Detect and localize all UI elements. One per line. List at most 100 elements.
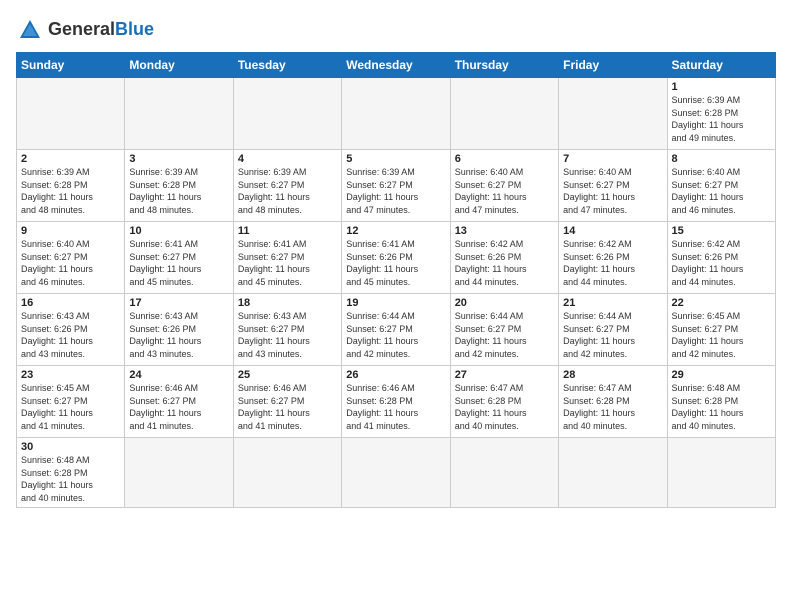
day-info: Sunrise: 6:39 AMSunset: 6:27 PMDaylight:…: [238, 166, 337, 216]
day-info: Sunrise: 6:42 AMSunset: 6:26 PMDaylight:…: [563, 238, 662, 288]
day-info: Sunrise: 6:44 AMSunset: 6:27 PMDaylight:…: [346, 310, 445, 360]
calendar-cell: [342, 438, 450, 508]
calendar-cell: 20Sunrise: 6:44 AMSunset: 6:27 PMDayligh…: [450, 294, 558, 366]
day-info: Sunrise: 6:45 AMSunset: 6:27 PMDaylight:…: [21, 382, 120, 432]
week-row-2: 2Sunrise: 6:39 AMSunset: 6:28 PMDaylight…: [17, 150, 776, 222]
calendar-cell: 13Sunrise: 6:42 AMSunset: 6:26 PMDayligh…: [450, 222, 558, 294]
day-info: Sunrise: 6:41 AMSunset: 6:26 PMDaylight:…: [346, 238, 445, 288]
day-number: 17: [129, 297, 228, 309]
day-info: Sunrise: 6:43 AMSunset: 6:27 PMDaylight:…: [238, 310, 337, 360]
week-row-6: 30Sunrise: 6:48 AMSunset: 6:28 PMDayligh…: [17, 438, 776, 508]
calendar-cell: 19Sunrise: 6:44 AMSunset: 6:27 PMDayligh…: [342, 294, 450, 366]
calendar-cell: 17Sunrise: 6:43 AMSunset: 6:26 PMDayligh…: [125, 294, 233, 366]
day-info: Sunrise: 6:40 AMSunset: 6:27 PMDaylight:…: [672, 166, 771, 216]
day-info: Sunrise: 6:45 AMSunset: 6:27 PMDaylight:…: [672, 310, 771, 360]
calendar-cell: 23Sunrise: 6:45 AMSunset: 6:27 PMDayligh…: [17, 366, 125, 438]
logo-text: GeneralBlue: [48, 20, 154, 40]
header: GeneralBlue: [16, 16, 776, 44]
weekday-header-row: SundayMondayTuesdayWednesdayThursdayFrid…: [17, 53, 776, 78]
day-number: 30: [21, 441, 120, 453]
calendar-cell: [559, 438, 667, 508]
day-number: 4: [238, 153, 337, 165]
weekday-header-thursday: Thursday: [450, 53, 558, 78]
calendar-cell: 10Sunrise: 6:41 AMSunset: 6:27 PMDayligh…: [125, 222, 233, 294]
calendar-cell: 27Sunrise: 6:47 AMSunset: 6:28 PMDayligh…: [450, 366, 558, 438]
day-info: Sunrise: 6:48 AMSunset: 6:28 PMDaylight:…: [672, 382, 771, 432]
day-info: Sunrise: 6:42 AMSunset: 6:26 PMDaylight:…: [455, 238, 554, 288]
day-info: Sunrise: 6:40 AMSunset: 6:27 PMDaylight:…: [21, 238, 120, 288]
day-number: 8: [672, 153, 771, 165]
day-number: 20: [455, 297, 554, 309]
weekday-header-tuesday: Tuesday: [233, 53, 341, 78]
day-info: Sunrise: 6:44 AMSunset: 6:27 PMDaylight:…: [455, 310, 554, 360]
calendar-cell: 3Sunrise: 6:39 AMSunset: 6:28 PMDaylight…: [125, 150, 233, 222]
day-number: 13: [455, 225, 554, 237]
day-info: Sunrise: 6:41 AMSunset: 6:27 PMDaylight:…: [129, 238, 228, 288]
day-info: Sunrise: 6:39 AMSunset: 6:28 PMDaylight:…: [21, 166, 120, 216]
logo-icon: [16, 16, 44, 44]
logo-blue: Blue: [115, 19, 154, 39]
calendar-cell: 9Sunrise: 6:40 AMSunset: 6:27 PMDaylight…: [17, 222, 125, 294]
day-number: 10: [129, 225, 228, 237]
day-info: Sunrise: 6:41 AMSunset: 6:27 PMDaylight:…: [238, 238, 337, 288]
calendar-cell: 24Sunrise: 6:46 AMSunset: 6:27 PMDayligh…: [125, 366, 233, 438]
calendar-cell: 14Sunrise: 6:42 AMSunset: 6:26 PMDayligh…: [559, 222, 667, 294]
logo: GeneralBlue: [16, 16, 154, 44]
calendar-cell: [125, 438, 233, 508]
week-row-1: 1Sunrise: 6:39 AMSunset: 6:28 PMDaylight…: [17, 78, 776, 150]
day-info: Sunrise: 6:39 AMSunset: 6:28 PMDaylight:…: [129, 166, 228, 216]
calendar-cell: 29Sunrise: 6:48 AMSunset: 6:28 PMDayligh…: [667, 366, 775, 438]
day-number: 3: [129, 153, 228, 165]
day-info: Sunrise: 6:43 AMSunset: 6:26 PMDaylight:…: [129, 310, 228, 360]
calendar-cell: 28Sunrise: 6:47 AMSunset: 6:28 PMDayligh…: [559, 366, 667, 438]
day-info: Sunrise: 6:44 AMSunset: 6:27 PMDaylight:…: [563, 310, 662, 360]
calendar-cell: 11Sunrise: 6:41 AMSunset: 6:27 PMDayligh…: [233, 222, 341, 294]
calendar-cell: 30Sunrise: 6:48 AMSunset: 6:28 PMDayligh…: [17, 438, 125, 508]
calendar-cell: 25Sunrise: 6:46 AMSunset: 6:27 PMDayligh…: [233, 366, 341, 438]
calendar-cell: 18Sunrise: 6:43 AMSunset: 6:27 PMDayligh…: [233, 294, 341, 366]
day-number: 27: [455, 369, 554, 381]
weekday-header-monday: Monday: [125, 53, 233, 78]
day-number: 1: [672, 81, 771, 93]
day-info: Sunrise: 6:39 AMSunset: 6:27 PMDaylight:…: [346, 166, 445, 216]
day-info: Sunrise: 6:42 AMSunset: 6:26 PMDaylight:…: [672, 238, 771, 288]
day-number: 14: [563, 225, 662, 237]
day-info: Sunrise: 6:46 AMSunset: 6:27 PMDaylight:…: [238, 382, 337, 432]
day-number: 23: [21, 369, 120, 381]
day-number: 9: [21, 225, 120, 237]
calendar-cell: [667, 438, 775, 508]
calendar-cell: [342, 78, 450, 150]
day-number: 5: [346, 153, 445, 165]
day-number: 22: [672, 297, 771, 309]
day-number: 7: [563, 153, 662, 165]
day-info: Sunrise: 6:46 AMSunset: 6:27 PMDaylight:…: [129, 382, 228, 432]
calendar-cell: [233, 78, 341, 150]
day-info: Sunrise: 6:39 AMSunset: 6:28 PMDaylight:…: [672, 94, 771, 144]
page: GeneralBlue SundayMondayTuesdayWednesday…: [0, 0, 792, 612]
calendar-cell: [450, 438, 558, 508]
calendar-cell: [559, 78, 667, 150]
day-info: Sunrise: 6:47 AMSunset: 6:28 PMDaylight:…: [563, 382, 662, 432]
calendar-cell: 12Sunrise: 6:41 AMSunset: 6:26 PMDayligh…: [342, 222, 450, 294]
calendar-cell: 26Sunrise: 6:46 AMSunset: 6:28 PMDayligh…: [342, 366, 450, 438]
weekday-header-wednesday: Wednesday: [342, 53, 450, 78]
week-row-3: 9Sunrise: 6:40 AMSunset: 6:27 PMDaylight…: [17, 222, 776, 294]
calendar-cell: 1Sunrise: 6:39 AMSunset: 6:28 PMDaylight…: [667, 78, 775, 150]
week-row-5: 23Sunrise: 6:45 AMSunset: 6:27 PMDayligh…: [17, 366, 776, 438]
calendar-cell: 21Sunrise: 6:44 AMSunset: 6:27 PMDayligh…: [559, 294, 667, 366]
day-number: 29: [672, 369, 771, 381]
day-info: Sunrise: 6:40 AMSunset: 6:27 PMDaylight:…: [563, 166, 662, 216]
day-number: 18: [238, 297, 337, 309]
day-number: 28: [563, 369, 662, 381]
weekday-header-saturday: Saturday: [667, 53, 775, 78]
day-info: Sunrise: 6:46 AMSunset: 6:28 PMDaylight:…: [346, 382, 445, 432]
day-number: 12: [346, 225, 445, 237]
logo-general: General: [48, 19, 115, 39]
day-number: 2: [21, 153, 120, 165]
day-number: 25: [238, 369, 337, 381]
calendar-cell: 2Sunrise: 6:39 AMSunset: 6:28 PMDaylight…: [17, 150, 125, 222]
calendar-cell: 16Sunrise: 6:43 AMSunset: 6:26 PMDayligh…: [17, 294, 125, 366]
day-info: Sunrise: 6:40 AMSunset: 6:27 PMDaylight:…: [455, 166, 554, 216]
weekday-header-friday: Friday: [559, 53, 667, 78]
day-number: 6: [455, 153, 554, 165]
